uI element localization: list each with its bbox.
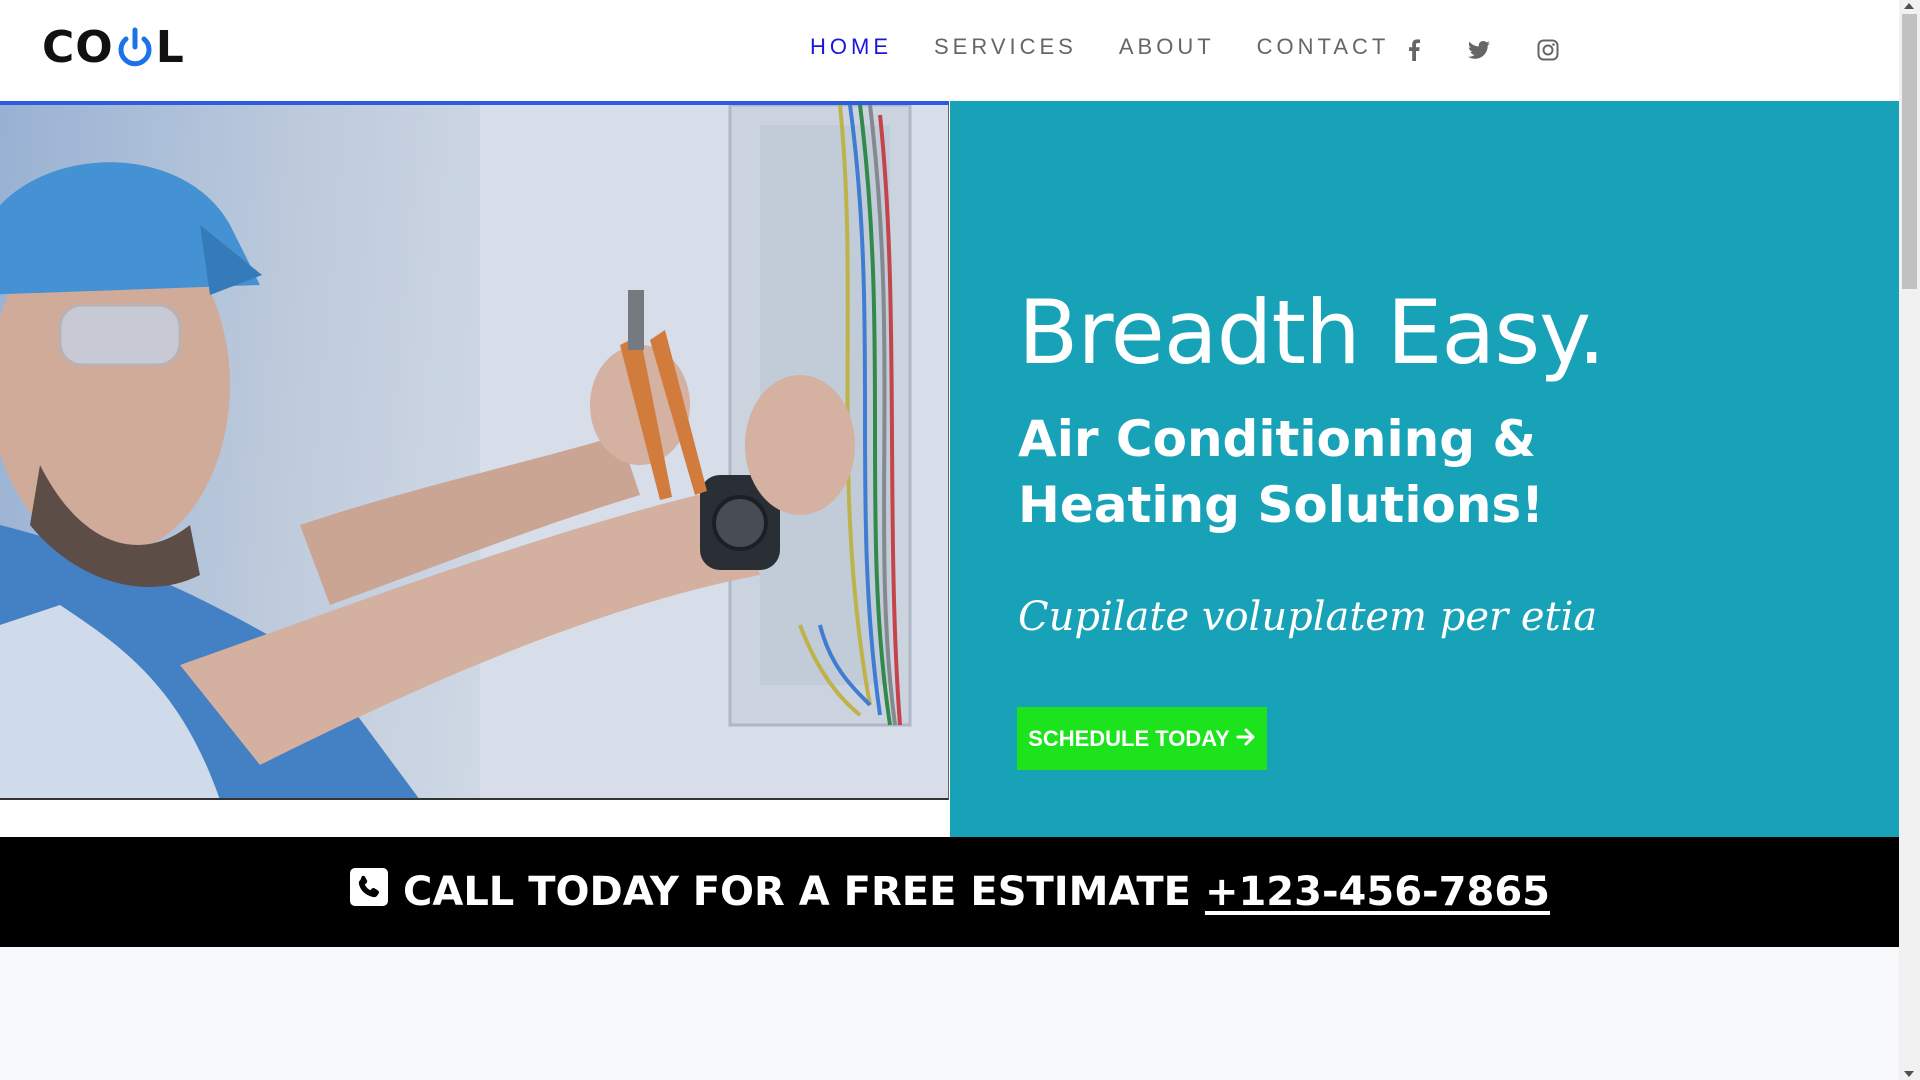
facebook-icon[interactable] — [1400, 36, 1428, 64]
hero-tagline: Cupilate voluplatem per etia — [1018, 594, 1598, 640]
hero-image-panel — [0, 101, 949, 800]
logo-text-right: L — [155, 21, 185, 73]
hero-text-panel: Breadth Easy. Air Conditioning & Heating… — [950, 101, 1899, 837]
hero-headline: Breadth Easy. — [1018, 281, 1606, 384]
scroll-thumb[interactable] — [1902, 14, 1917, 289]
nav-home[interactable]: HOME — [810, 34, 892, 60]
hero-spacer — [0, 800, 949, 837]
page-scrollbar[interactable] — [1899, 0, 1920, 1080]
arrow-right-icon — [1236, 726, 1256, 752]
technician-photo — [0, 105, 949, 800]
main-nav: HOME SERVICES ABOUT CONTACT — [810, 34, 1431, 60]
nav-about[interactable]: ABOUT — [1119, 34, 1215, 60]
cta-label: SCHEDULE TODAY — [1028, 725, 1230, 751]
brand-logo[interactable]: CO L — [42, 21, 185, 73]
logo-text-left: CO — [42, 21, 114, 73]
nav-contact[interactable]: CONTACT — [1257, 34, 1390, 60]
scroll-down-icon[interactable] — [1904, 1071, 1914, 1077]
navbar: CO L HOME SERVICES ABOUT CONTACT — [0, 0, 1899, 101]
power-icon — [115, 25, 155, 69]
call-banner: CALL TODAY FOR A FREE ESTIMATE +123-456-… — [0, 837, 1899, 947]
schedule-today-button[interactable]: SCHEDULE TODAY — [1017, 707, 1267, 770]
scroll-up-icon[interactable] — [1904, 3, 1914, 9]
phone-icon — [349, 867, 389, 917]
call-banner-content: CALL TODAY FOR A FREE ESTIMATE +123-456-… — [349, 867, 1550, 917]
twitter-icon[interactable] — [1465, 36, 1493, 64]
phone-number-link[interactable]: +123-456-7865 — [1205, 869, 1550, 915]
nav-services[interactable]: SERVICES — [934, 34, 1077, 60]
hero-subheadline: Air Conditioning & Heating Solutions! — [1018, 410, 1544, 534]
instagram-icon[interactable] — [1534, 36, 1562, 64]
next-section — [0, 947, 1899, 1080]
call-banner-text: CALL TODAY FOR A FREE ESTIMATE — [403, 869, 1191, 915]
